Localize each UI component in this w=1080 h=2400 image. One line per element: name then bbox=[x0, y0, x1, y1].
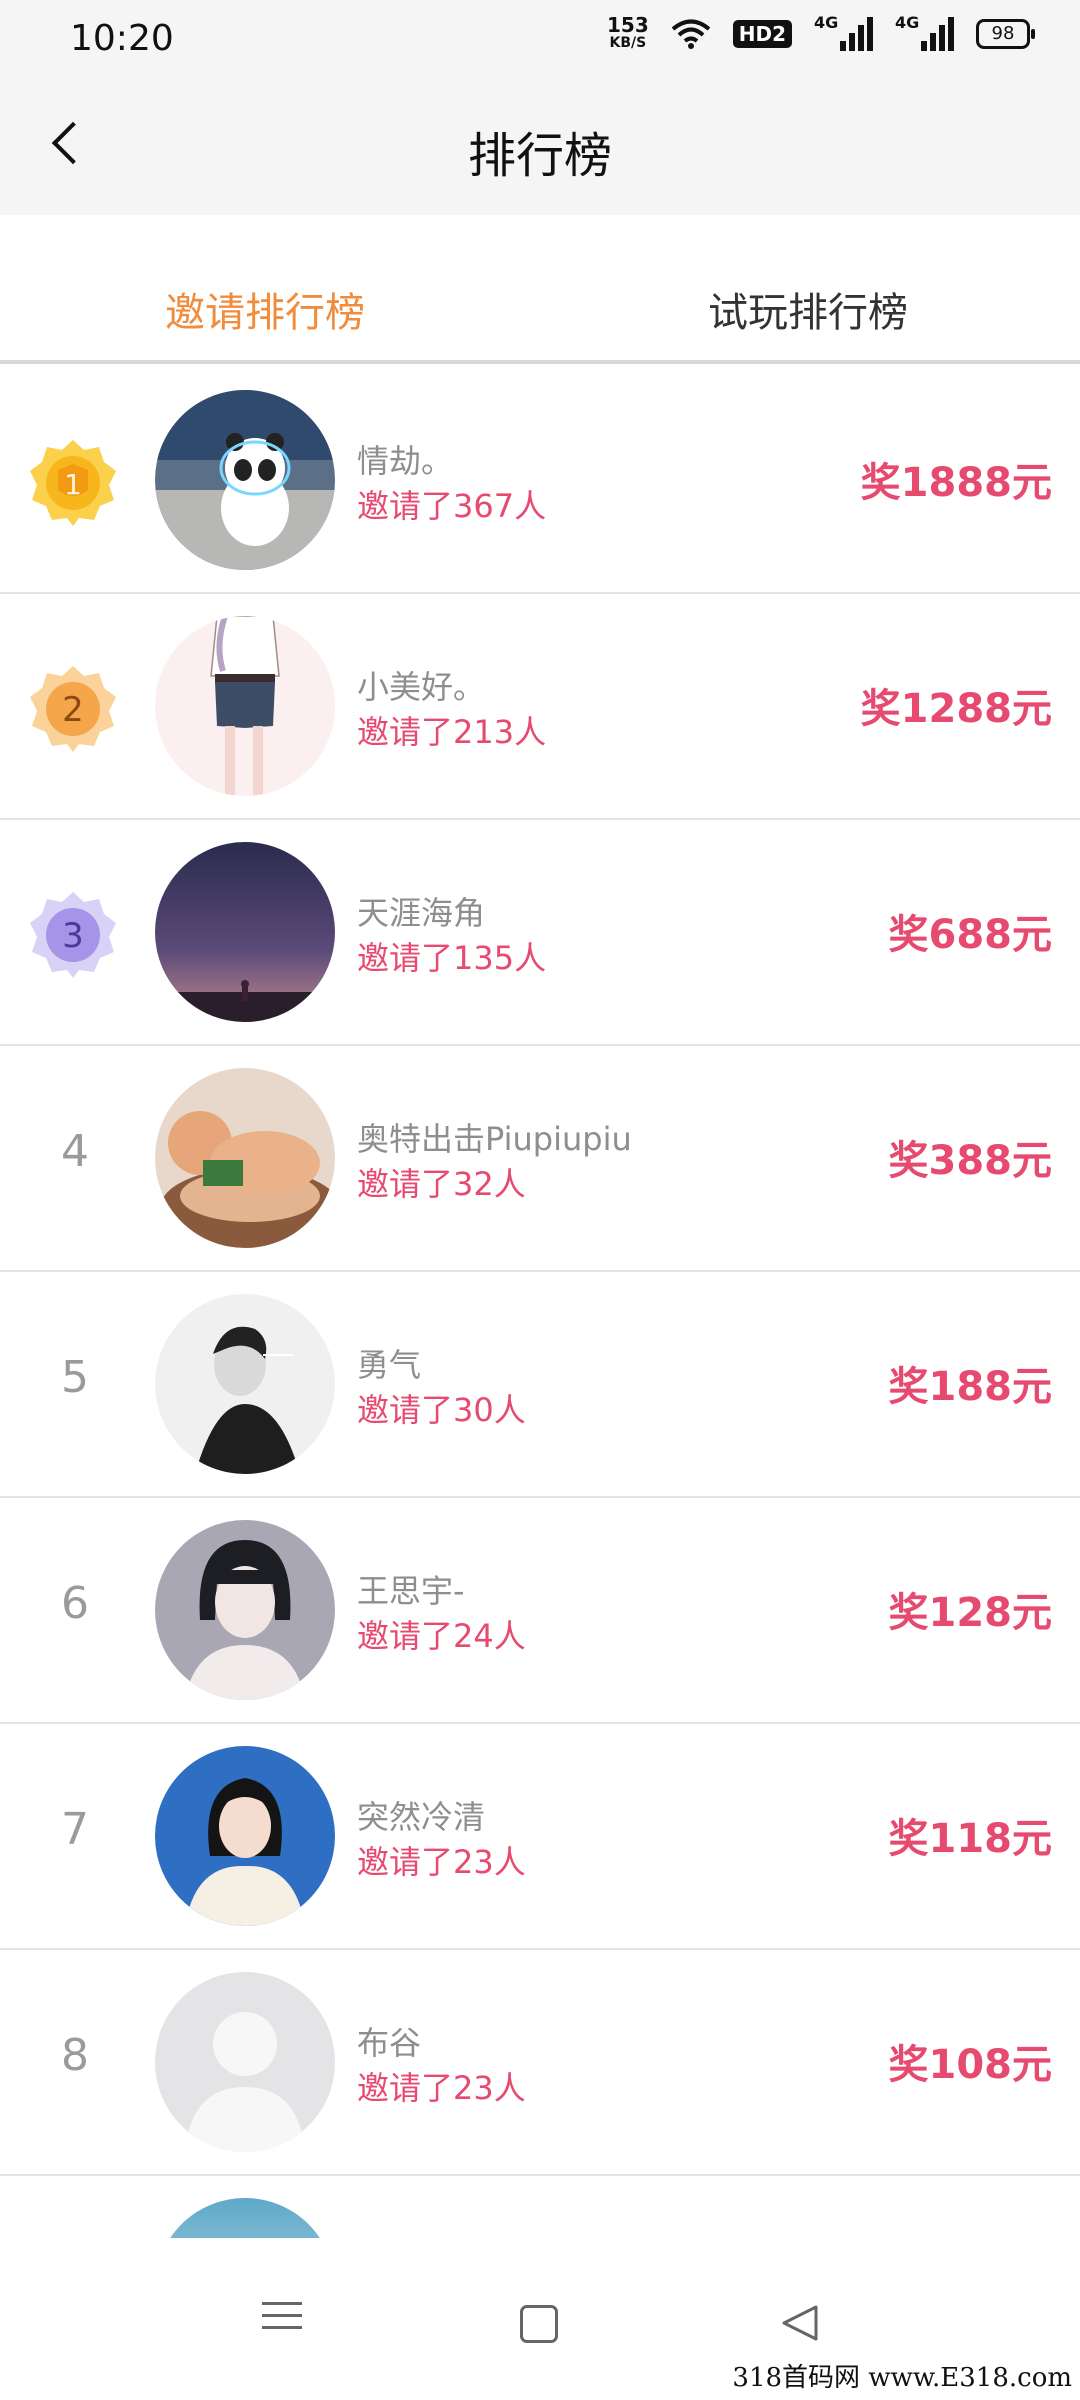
hd-badge: HD2 bbox=[732, 20, 792, 48]
bronze-medal-icon: 3 bbox=[30, 892, 116, 978]
user-name: 天涯海角 bbox=[357, 894, 486, 932]
user-name: 王思宇- bbox=[357, 1572, 465, 1610]
status-icons: 153 KB/S HD2 4G 4G 98 bbox=[606, 13, 1035, 52]
user-name: 小美好。 bbox=[357, 668, 486, 706]
avatar[interactable] bbox=[155, 1520, 335, 1700]
menu-icon[interactable] bbox=[252, 2293, 312, 2353]
prize-amount: 奖128元 bbox=[888, 1590, 1053, 1636]
back-triangle-icon[interactable] bbox=[770, 2293, 830, 2353]
rank-number: 4 bbox=[61, 1126, 89, 1177]
avatar[interactable] bbox=[155, 2198, 335, 2238]
ranking-row[interactable]: 2 小美好。 邀请了213人 奖1288元 bbox=[0, 594, 1080, 820]
user-name: 勇气 bbox=[357, 1346, 422, 1384]
invite-count: 邀请了213人 bbox=[357, 713, 547, 751]
ranking-row[interactable]: 6 王思宇- 邀请了24人 奖128元 bbox=[0, 1498, 1080, 1724]
rank-number: 7 bbox=[61, 1804, 89, 1855]
ranking-row[interactable]: 5 勇气 邀请了30人 奖188元 bbox=[0, 1272, 1080, 1498]
rank-number: 5 bbox=[61, 1352, 89, 1403]
wifi-icon bbox=[671, 19, 711, 49]
ranking-row[interactable]: 3 天涯海角 邀请了135人 奖688元 bbox=[0, 820, 1080, 1046]
invite-count: 邀请了23人 bbox=[357, 1843, 526, 1881]
ranking-row[interactable]: 7 突然冷清 邀请了23人 奖118元 bbox=[0, 1724, 1080, 1950]
prize-amount: 奖188元 bbox=[888, 1364, 1053, 1410]
svg-text:1: 1 bbox=[64, 468, 82, 501]
signal-icon: 4G bbox=[814, 13, 873, 51]
rank-number: 8 bbox=[61, 2030, 89, 2081]
invite-count: 邀请了135人 bbox=[357, 939, 547, 977]
avatar-placeholder[interactable] bbox=[155, 1972, 335, 2152]
rank-number: 6 bbox=[61, 1578, 89, 1629]
gold-medal-icon: 1 bbox=[30, 440, 116, 526]
invite-count: 邀请了23人 bbox=[357, 2069, 526, 2107]
prize-amount: 奖108元 bbox=[888, 2042, 1053, 2088]
ranking-row[interactable]: 8 布谷 邀请了23人 奖108元 bbox=[0, 1950, 1080, 2176]
battery-icon: 98 bbox=[976, 19, 1035, 49]
tab-divider bbox=[0, 360, 1080, 364]
invite-count: 邀请了24人 bbox=[357, 1617, 526, 1655]
invite-count: 邀请了367人 bbox=[357, 487, 547, 525]
ranking-row[interactable]: 4 奥特出击Piupiupiu 邀请了32人 奖388元 bbox=[0, 1046, 1080, 1272]
user-name: 突然冷清 bbox=[357, 1798, 486, 1836]
avatar[interactable] bbox=[155, 1068, 335, 1248]
user-name: 布谷 bbox=[357, 2024, 422, 2062]
app-header: 排行榜 bbox=[0, 80, 1080, 215]
status-bar: 10:20 153 KB/S HD2 4G 4G 98 bbox=[0, 0, 1080, 80]
prize-amount: 奖388元 bbox=[888, 1138, 1053, 1184]
ranking-row[interactable] bbox=[0, 2176, 1080, 2238]
prize-amount: 奖1888元 bbox=[860, 460, 1052, 506]
ranking-row[interactable]: 1 情劫。 邀请了367人 奖1888元 bbox=[0, 368, 1080, 594]
avatar[interactable] bbox=[155, 842, 335, 1022]
prize-amount: 奖118元 bbox=[888, 1816, 1053, 1862]
system-nav-bar: 318首码网 www.E318.com bbox=[0, 2238, 1080, 2400]
invite-count: 邀请了30人 bbox=[357, 1391, 526, 1429]
avatar[interactable] bbox=[155, 390, 335, 570]
clock: 10:20 bbox=[70, 18, 174, 59]
avatar[interactable] bbox=[155, 1746, 335, 1926]
avatar[interactable] bbox=[155, 1294, 335, 1474]
tab-trial-ranking[interactable]: 试玩排行榜 bbox=[708, 280, 908, 338]
silver-medal-icon: 2 bbox=[30, 666, 116, 752]
avatar[interactable] bbox=[155, 616, 335, 796]
net-speed: 153 KB/S bbox=[606, 13, 649, 51]
invite-count: 邀请了32人 bbox=[357, 1165, 526, 1203]
prize-amount: 奖688元 bbox=[888, 912, 1053, 958]
home-icon[interactable] bbox=[508, 2293, 568, 2353]
tab-invite-ranking[interactable]: 邀请排行榜 bbox=[165, 280, 365, 338]
tab-bar: 邀请排行榜 试玩排行榜 bbox=[0, 215, 1080, 365]
user-name: 奥特出击Piupiupiu bbox=[357, 1120, 632, 1158]
signal-icon: 4G bbox=[895, 13, 954, 51]
svg-text:3: 3 bbox=[62, 916, 84, 956]
prize-amount: 奖1288元 bbox=[860, 686, 1052, 732]
svg-text:2: 2 bbox=[62, 690, 84, 730]
ranking-list[interactable]: 1 情劫。 邀请了367人 奖1888元 2 小美好。 邀请了213人 奖128… bbox=[0, 368, 1080, 2238]
user-name: 情劫。 bbox=[357, 442, 454, 480]
watermark: 318首码网 www.E318.com bbox=[732, 2363, 1072, 2393]
page-title: 排行榜 bbox=[467, 128, 612, 184]
